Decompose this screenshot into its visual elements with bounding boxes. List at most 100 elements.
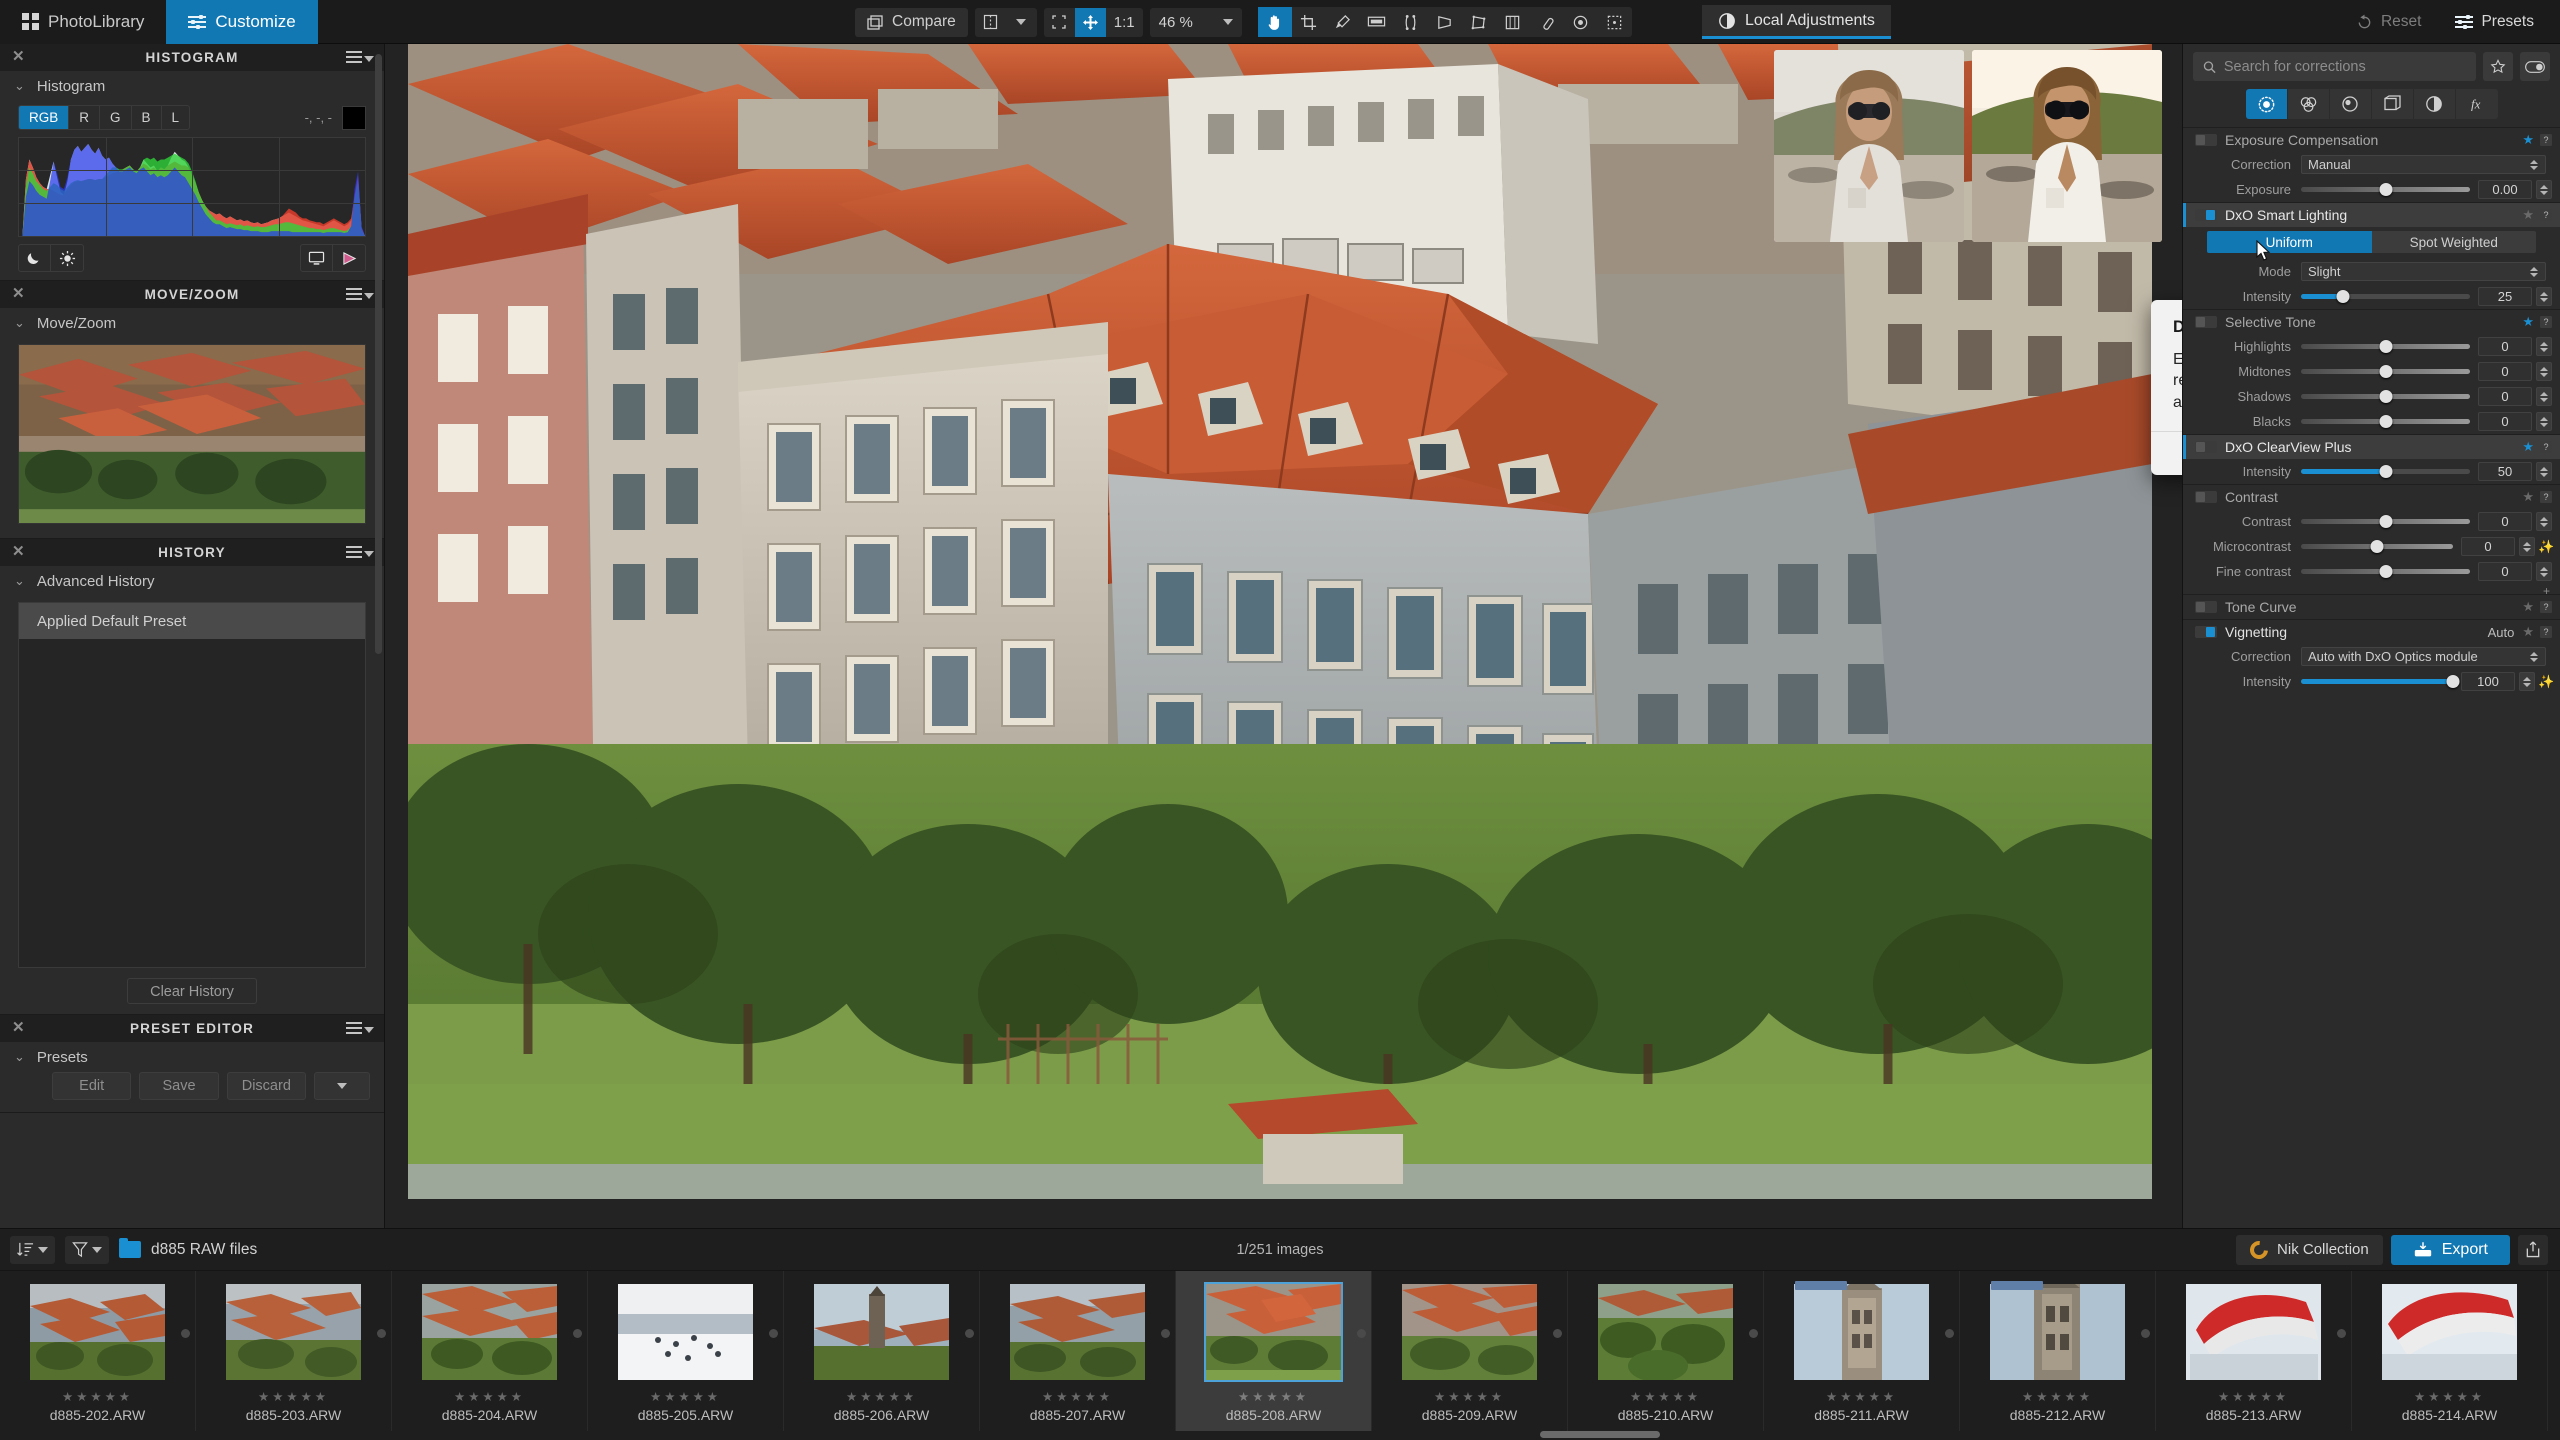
rating-stars[interactable]: ★★★★★ xyxy=(1238,1389,1309,1404)
close-icon[interactable]: ✕ xyxy=(12,49,26,64)
zoom-level-select[interactable]: 46 % xyxy=(1149,7,1242,37)
detail-category-icon[interactable] xyxy=(2329,89,2372,119)
list-item[interactable]: ★★★★★ d885-212.ARW xyxy=(1960,1271,2156,1431)
exposure-stepper[interactable] xyxy=(2536,180,2552,199)
close-icon[interactable]: ✕ xyxy=(12,286,26,301)
rating-stars[interactable]: ★★★★★ xyxy=(454,1389,525,1404)
palette-menu-icon[interactable] xyxy=(346,51,374,66)
list-item[interactable]: ★★★★★ d885-206.ARW xyxy=(784,1271,980,1431)
fine-contrast-value[interactable]: 0 xyxy=(2478,562,2532,581)
vignetting-correction-select[interactable]: Auto with DxO Optics module xyxy=(2301,647,2546,666)
midtones-stepper[interactable] xyxy=(2536,362,2552,381)
light-category-icon[interactable] xyxy=(2245,89,2288,119)
perspective-rectangle-icon[interactable] xyxy=(1496,7,1530,37)
highlights-value[interactable]: 0 xyxy=(2478,337,2532,356)
favorite-star-icon[interactable]: ★ xyxy=(2522,439,2534,455)
favorites-filter-button[interactable] xyxy=(2483,52,2513,81)
group-header[interactable]: Selective Tone ★ ? xyxy=(2183,310,2560,334)
highlights-stepper[interactable] xyxy=(2536,337,2552,356)
gamut-icon[interactable] xyxy=(333,245,365,271)
list-item[interactable]: ★★★★★ d885-209.ARW xyxy=(1372,1271,1568,1431)
group-toggle[interactable] xyxy=(2195,601,2217,613)
rating-stars[interactable]: ★★★★★ xyxy=(2414,1389,2485,1404)
group-header[interactable]: DxO Smart Lighting ★ ? xyxy=(2183,203,2560,227)
perspective-horizontal-icon[interactable] xyxy=(1428,7,1462,37)
midtones-slider[interactable] xyxy=(2301,365,2470,378)
clearview-int-slider[interactable] xyxy=(2301,465,2470,478)
movezoom-section-header[interactable]: ⌄ Move/Zoom xyxy=(0,308,384,338)
perspective-eight-point-icon[interactable] xyxy=(1462,7,1496,37)
palette-menu-icon[interactable] xyxy=(346,1022,374,1037)
repair-tool-icon[interactable] xyxy=(1530,7,1564,37)
palette-menu-icon[interactable] xyxy=(346,288,374,303)
highlights-slider[interactable] xyxy=(2301,340,2470,353)
vignetting-intensity-stepper[interactable] xyxy=(2519,672,2535,691)
list-item[interactable]: ★★★★★ d885-208.ARW xyxy=(1176,1271,1372,1431)
vignetting-intensity-slider[interactable] xyxy=(2301,675,2460,688)
search-input[interactable] xyxy=(2223,58,2466,75)
crop-tool-icon[interactable] xyxy=(1292,7,1326,37)
filmstrip[interactable]: ★★★★★ d885-202.ARW ★★★★★ d885-203.ARW ★★… xyxy=(0,1271,2560,1440)
list-item[interactable]: ★★★★★ d885-203.ARW xyxy=(196,1271,392,1431)
list-item[interactable]: ★★★★★ d885-213.ARW xyxy=(2156,1271,2352,1431)
magic-wand-icon[interactable]: ✨ xyxy=(2538,539,2554,555)
correction-select[interactable]: Manual xyxy=(2301,155,2546,174)
rating-stars[interactable]: ★★★★★ xyxy=(1434,1389,1505,1404)
help-icon[interactable]: ? xyxy=(2540,134,2552,146)
moon-icon[interactable] xyxy=(19,245,51,271)
mode-select[interactable]: Slight xyxy=(2301,262,2546,281)
blacks-stepper[interactable] xyxy=(2536,412,2552,431)
channel-l[interactable]: L xyxy=(162,106,190,129)
channel-b[interactable]: B xyxy=(132,106,162,129)
pan-mode-icon[interactable] xyxy=(1074,7,1106,37)
list-item[interactable]: ★★★★★ d885-204.ARW xyxy=(392,1271,588,1431)
hand-tool-icon[interactable] xyxy=(1257,7,1292,37)
contrast-slider[interactable] xyxy=(2301,515,2470,528)
group-toggle[interactable] xyxy=(2195,626,2217,638)
palette-menu-icon[interactable] xyxy=(346,546,374,561)
rating-stars[interactable]: ★★★★★ xyxy=(846,1389,917,1404)
export-button[interactable]: Export xyxy=(2390,1234,2510,1265)
geometry-category-icon[interactable] xyxy=(2371,89,2414,119)
local-adjustments-category-icon[interactable] xyxy=(2413,89,2456,119)
rating-stars[interactable]: ★★★★★ xyxy=(650,1389,721,1404)
contrast-value[interactable]: 0 xyxy=(2478,512,2532,531)
microcontrast-slider[interactable] xyxy=(2301,540,2453,553)
tab-photolibrary[interactable]: PhotoLibrary xyxy=(0,0,167,44)
add-control-row[interactable]: + xyxy=(2183,584,2560,598)
group-header[interactable]: Contrast ★ ? xyxy=(2183,485,2560,509)
segment-uniform[interactable]: Uniform xyxy=(2207,231,2372,253)
segment-spot-weighted[interactable]: Spot Weighted xyxy=(2371,231,2536,253)
group-toggle[interactable] xyxy=(2195,316,2217,328)
compare-preview[interactable] xyxy=(1774,50,2162,242)
help-icon[interactable]: ? xyxy=(2540,491,2552,503)
help-icon[interactable]: ? xyxy=(2540,209,2552,221)
magic-wand-icon[interactable]: ✨ xyxy=(2538,674,2554,690)
favorite-star-icon[interactable]: ★ xyxy=(2522,132,2534,148)
presets-section-header[interactable]: ⌄ Presets xyxy=(0,1042,384,1072)
filmstrip-scrollbar[interactable] xyxy=(1540,1431,1660,1438)
marquee-select-icon[interactable] xyxy=(1598,7,1632,37)
share-button[interactable] xyxy=(2518,1234,2548,1265)
intensity-value[interactable]: 25 xyxy=(2478,287,2532,306)
presets-button[interactable]: Presets xyxy=(2443,8,2546,37)
blacks-slider[interactable] xyxy=(2301,415,2470,428)
list-item[interactable]: ★★★★★ d885-207.ARW xyxy=(980,1271,1176,1431)
microcontrast-stepper[interactable] xyxy=(2519,537,2535,556)
favorite-star-icon[interactable]: ★ xyxy=(2522,207,2534,223)
local-adjustments-button[interactable]: Local Adjustments xyxy=(1702,5,1891,39)
favorite-star-icon[interactable]: ★ xyxy=(2522,314,2534,330)
group-header[interactable]: Tone Curve ★ ? xyxy=(2183,595,2560,619)
shadows-slider[interactable] xyxy=(2301,390,2470,403)
microcontrast-value[interactable]: 0 xyxy=(2461,537,2515,556)
favorite-star-icon[interactable]: ★ xyxy=(2522,624,2534,640)
monitor-icon[interactable] xyxy=(301,245,333,271)
compare-button[interactable]: Compare xyxy=(855,7,968,37)
fine-contrast-stepper[interactable] xyxy=(2536,562,2552,581)
rating-stars[interactable]: ★★★★★ xyxy=(1630,1389,1701,1404)
view-mode-dropdown[interactable] xyxy=(1006,8,1037,37)
rating-stars[interactable]: ★★★★★ xyxy=(1042,1389,1113,1404)
reset-button[interactable]: Reset xyxy=(2344,8,2434,37)
group-header[interactable]: Vignetting Auto ★ ? xyxy=(2183,620,2560,644)
perspective-vertical-icon[interactable] xyxy=(1394,7,1428,37)
